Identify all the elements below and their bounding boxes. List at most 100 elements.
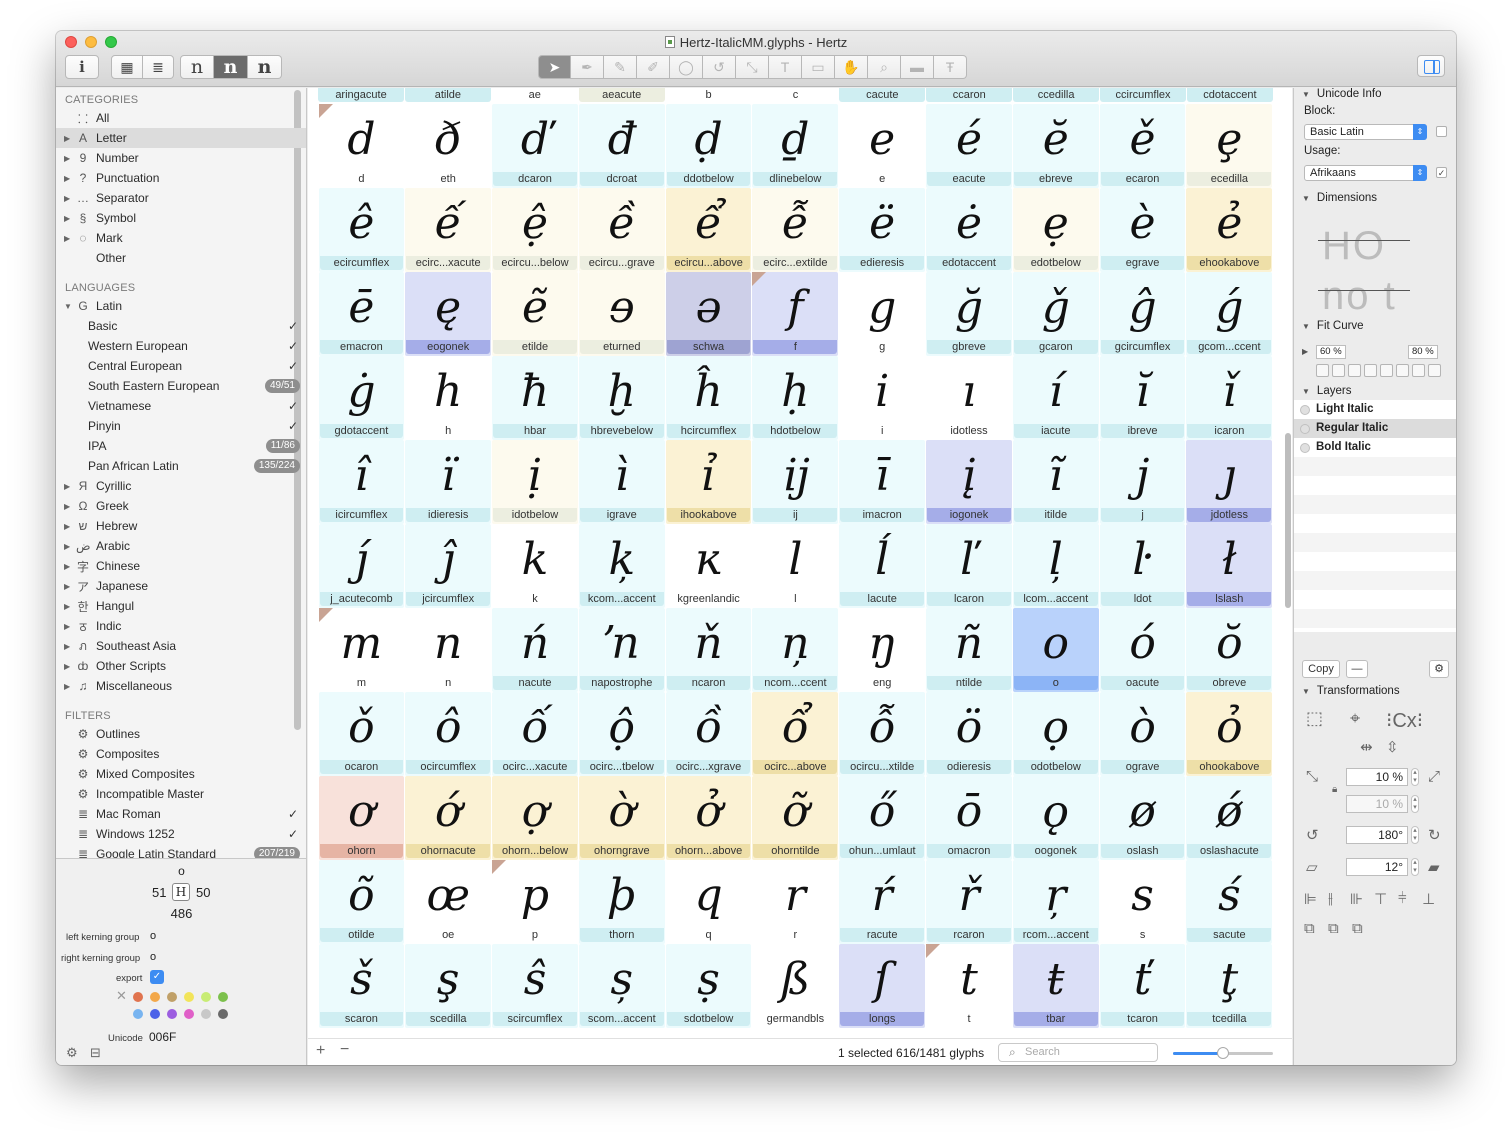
scale-down-icon[interactable]: ⤡ <box>1306 768 1318 785</box>
slant-field[interactable]: 12° <box>1346 858 1408 876</box>
glyph-cell[interactable]: ff <box>752 272 839 356</box>
glyph-cell[interactable]: ǐ icaron <box>1186 356 1273 440</box>
color-swatch[interactable] <box>167 1009 177 1019</box>
scale-x-stepper[interactable]: ▴ ▾ <box>1411 768 1419 786</box>
grid-scrollbar[interactable] <box>1285 433 1291 608</box>
glyph-name[interactable]: o <box>56 864 307 878</box>
fit-curve-preset[interactable] <box>1396 364 1409 377</box>
glyph-cell[interactable]: dd <box>318 104 405 188</box>
pencil-tool[interactable]: ✎ <box>604 55 637 79</box>
sidebar-item-latin[interactable]: ▼ G Latin <box>56 296 306 316</box>
glyph-cell[interactable]: ḫ hbrevebelow <box>578 356 665 440</box>
glyph-cell[interactable]: ô ocircumflex <box>405 692 492 776</box>
flip-horizontal-icon[interactable]: ⇹ <box>1360 738 1373 756</box>
glyph-cell[interactable]: ș scom...accent <box>578 944 665 1028</box>
glyph-cell[interactable]: é eacute <box>926 104 1012 188</box>
glyph-cell[interactable]: ḏ dlinebelow <box>752 104 839 188</box>
glyph-cell[interactable]: ľ lcaron <box>926 524 1012 608</box>
rotate-tool[interactable]: ↺ <box>703 55 736 79</box>
glyph-cell[interactable]: ǒ ocaron <box>318 692 405 776</box>
slant-right-icon[interactable]: ▰ <box>1428 858 1440 876</box>
disclosure-closed-icon[interactable]: ▶ <box>64 134 74 143</box>
glyph-cell[interactable]: ō omacron <box>926 776 1012 860</box>
disclosure-closed-icon[interactable]: ▶ <box>64 662 74 671</box>
glyph-cell[interactable]: ś sacute <box>1186 860 1273 944</box>
preview-light-button[interactable]: n <box>180 55 214 79</box>
glyph-cell[interactable]: hh <box>405 356 492 440</box>
glyph-cell[interactable]: ễ ecirc...extilde <box>752 188 839 272</box>
glyph-cell[interactable]: ệ ecircu...below <box>492 188 578 272</box>
color-swatch[interactable] <box>133 1009 143 1019</box>
glyph-label[interactable]: ccaron <box>926 88 1013 102</box>
sidebar-item-miscellaneous[interactable]: ▶ ♫ Miscellaneous <box>56 676 306 696</box>
union-icon[interactable]: ⧉ <box>1304 920 1315 937</box>
color-swatch[interactable] <box>184 992 194 1002</box>
sidebar-item-composites[interactable]: ⚙ Composites <box>56 744 306 764</box>
glyph-cell[interactable]: ȩ ecedilla <box>1186 104 1273 188</box>
glyph-cell[interactable]: mm <box>318 608 405 692</box>
glyph-cell[interactable]: ř rcaron <box>926 860 1012 944</box>
glyph-cell[interactable]: ĺ lacute <box>839 524 926 608</box>
layer-action-button[interactable]: — <box>1346 660 1368 678</box>
glyph-cell[interactable]: ì igrave <box>578 440 665 524</box>
glyph-cell[interactable]: ť tcaron <box>1099 944 1186 1028</box>
align-center-icon[interactable]: ⫲ <box>1328 890 1333 907</box>
layer-eye-icon[interactable] <box>1300 405 1310 415</box>
color-swatch[interactable] <box>218 992 228 1002</box>
type-tool[interactable]: Ŧ <box>934 55 967 79</box>
sidebar-item-western-european[interactable]: Western European ✓ <box>56 336 306 356</box>
glyph-label[interactable]: ccircumflex <box>1100 88 1187 102</box>
glyph-cell[interactable]: jj <box>1099 440 1186 524</box>
origin-crosshair-icon[interactable]: ⌖ <box>1350 708 1360 729</box>
disclosure-closed-icon[interactable]: ▶ <box>64 602 74 611</box>
glyph-cell[interactable]: ỉ ihookabove <box>665 440 752 524</box>
layer-row[interactable]: Regular Italic <box>1294 419 1456 438</box>
sidebar-item-pinyin[interactable]: Pinyin ✓ <box>56 416 306 436</box>
disclosure-open-icon[interactable]: ▼ <box>1302 322 1310 331</box>
glyph-cell[interactable]: ḥ hdotbelow <box>752 356 839 440</box>
glyph-cell[interactable]: è egrave <box>1099 188 1186 272</box>
glyph-cell[interactable]: ñ ntilde <box>926 608 1012 692</box>
glyph-label[interactable]: atilde <box>404 88 491 102</box>
glyph-cell[interactable]: ŀ ldot <box>1099 524 1186 608</box>
glyph-cell[interactable]: ķ kcom...accent <box>578 524 665 608</box>
disclosure-closed-icon[interactable]: ▶ <box>64 562 74 571</box>
glyph-cell[interactable]: ee <box>839 104 926 188</box>
glyph-cell[interactable]: ə schwa <box>665 272 752 356</box>
color-swatch[interactable] <box>150 1009 160 1019</box>
sidebar-item-japanese[interactable]: ▶ ア Japanese <box>56 576 306 596</box>
grid-view-button[interactable]: ▦ <box>111 55 143 79</box>
glyph-cell[interactable]: ē emacron <box>318 272 405 356</box>
sidebar-item-pan-african-latin[interactable]: Pan African Latin 135/224 <box>56 456 306 476</box>
remove-glyph-button[interactable]: − <box>340 1041 349 1059</box>
disclosure-closed-icon[interactable]: ▶ <box>64 642 74 651</box>
usage-popup[interactable]: Afrikaans ⇕ <box>1304 165 1427 181</box>
disclosure-open-icon[interactable]: ▼ <box>1302 687 1310 696</box>
brush-tool[interactable]: ✐ <box>637 55 670 79</box>
color-swatch[interactable] <box>218 1009 228 1019</box>
disclosure-open-icon[interactable]: ▼ <box>1302 194 1310 203</box>
panel-menu-icon[interactable]: ⊟ <box>90 1045 101 1061</box>
glyph-cell[interactable]: ĭ ibreve <box>1099 356 1186 440</box>
glyph-cell[interactable]: ĥ hcircumflex <box>665 356 752 440</box>
glyph-cell[interactable]: ǧ gcaron <box>1012 272 1099 356</box>
layer-row[interactable]: Bold Italic <box>1294 438 1456 457</box>
align-left-icon[interactable]: ⊫ <box>1304 890 1317 908</box>
glyph-cell[interactable]: ss <box>1099 860 1186 944</box>
sidebar-item-outlines[interactable]: ⚙ Outlines <box>56 724 306 744</box>
glyph-cell[interactable]: ŉ napostrophe <box>578 608 665 692</box>
glyph-cell[interactable]: ỏ ohookabove <box>1186 692 1273 776</box>
layer-row[interactable]: Light Italic <box>1294 400 1456 419</box>
glyph-cell[interactable]: ȷ́ j_acutecomb <box>318 524 405 608</box>
sidebar-item-number[interactable]: ▶ 9 Number <box>56 148 306 168</box>
disclosure-closed-icon[interactable]: ▶ <box>64 174 74 183</box>
block-popup[interactable]: Basic Latin ⇕ <box>1304 124 1427 140</box>
sidebar-item-windows-1252[interactable]: ≣ Windows 1252 ✓ <box>56 824 306 844</box>
glyph-cell[interactable]: ø oslash <box>1099 776 1186 860</box>
glyph-cell[interactable]: ĝ gcircumflex <box>1099 272 1186 356</box>
glyph-cell[interactable]: ii <box>839 356 926 440</box>
glyph-cell[interactable]: ḍ ddotbelow <box>665 104 752 188</box>
glyph-cell[interactable]: ð eth <box>405 104 492 188</box>
scale-tool[interactable]: ⤡ <box>736 55 769 79</box>
zoom-tool[interactable]: ⌕ <box>868 55 901 79</box>
